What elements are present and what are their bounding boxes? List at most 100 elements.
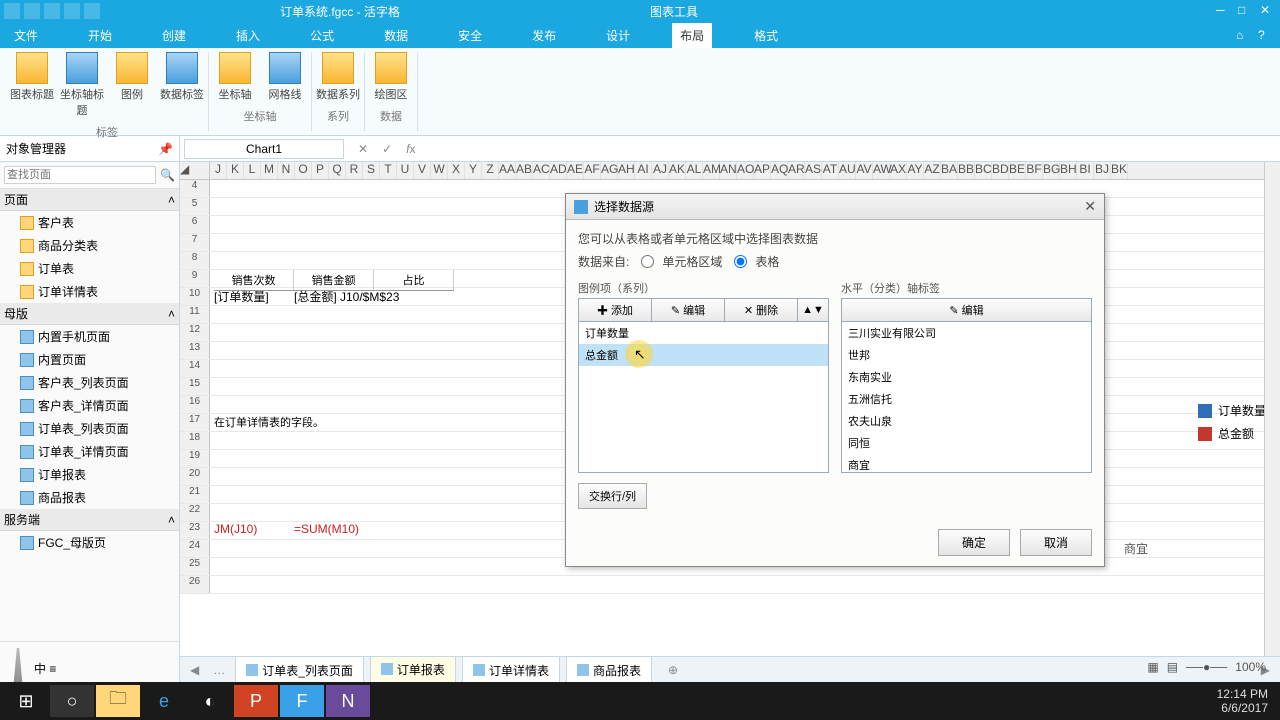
sidebar-item[interactable]: 内置页面: [0, 348, 179, 371]
column-header[interactable]: BF: [1026, 162, 1043, 179]
column-header[interactable]: BE: [1009, 162, 1026, 179]
qat-icon[interactable]: [64, 3, 80, 19]
sidebar-section-pages[interactable]: 页面 ˄: [0, 189, 179, 211]
row-content[interactable]: [210, 216, 218, 233]
help-icon[interactable]: ?: [1258, 28, 1272, 42]
row-number[interactable]: 13: [180, 342, 210, 359]
column-header[interactable]: BD: [992, 162, 1009, 179]
sidebar-item[interactable]: 订单报表: [0, 463, 179, 486]
edge-icon[interactable]: e: [142, 685, 186, 717]
column-header[interactable]: M: [261, 162, 278, 179]
list-item[interactable]: 东南实业: [842, 366, 1091, 388]
row-number[interactable]: 19: [180, 450, 210, 467]
row-content[interactable]: [210, 486, 218, 503]
row-content[interactable]: [订单数量][总金额] J10/$M$23: [210, 288, 403, 305]
column-header[interactable]: U: [397, 162, 414, 179]
row-content[interactable]: [210, 198, 218, 215]
row-number[interactable]: 8: [180, 252, 210, 269]
list-item[interactable]: 世邦: [842, 344, 1091, 366]
column-header[interactable]: AN: [720, 162, 737, 179]
row-content[interactable]: [210, 180, 218, 197]
column-header[interactable]: O: [295, 162, 312, 179]
column-header[interactable]: BB: [958, 162, 975, 179]
menu-tab-创建[interactable]: 创建: [154, 23, 194, 48]
ribbon-button[interactable]: 坐标轴标题: [60, 52, 104, 118]
row-number[interactable]: 18: [180, 432, 210, 449]
row-number[interactable]: 9: [180, 270, 210, 287]
sidebar-item[interactable]: FGC_母版页: [0, 531, 179, 554]
row-content[interactable]: [210, 450, 218, 467]
cancel-button[interactable]: 取消: [1020, 529, 1092, 556]
list-item[interactable]: 农夫山泉: [842, 410, 1091, 432]
list-item[interactable]: 五洲信托: [842, 388, 1091, 410]
column-header[interactable]: AT: [822, 162, 839, 179]
row-content[interactable]: [210, 576, 218, 593]
row-content[interactable]: [210, 432, 218, 449]
fx-icon[interactable]: fx: [406, 142, 415, 156]
column-header[interactable]: S: [363, 162, 380, 179]
chevron-up-icon[interactable]: ˄: [168, 193, 175, 207]
toolbar-button-编辑[interactable]: ✎ 编辑: [652, 299, 725, 321]
list-item[interactable]: 同恒: [842, 432, 1091, 454]
row-number[interactable]: 21: [180, 486, 210, 503]
row-number[interactable]: 24: [180, 540, 210, 557]
qat-icon[interactable]: [44, 3, 60, 19]
column-header[interactable]: AZ: [924, 162, 941, 179]
column-header[interactable]: AS: [805, 162, 822, 179]
menu-tab-设计[interactable]: 设计: [598, 23, 638, 48]
column-header[interactable]: AQ: [771, 162, 788, 179]
sidebar-item[interactable]: 订单表: [0, 257, 179, 280]
column-header[interactable]: AB: [516, 162, 533, 179]
pin-icon[interactable]: 📌: [158, 142, 173, 156]
ribbon-button[interactable]: 图表标题: [10, 52, 54, 118]
tab-nav-prev-icon[interactable]: ◀: [186, 663, 203, 677]
accept-formula-icon[interactable]: ✓: [382, 142, 392, 156]
column-header[interactable]: AE: [567, 162, 584, 179]
cancel-formula-icon[interactable]: ✕: [358, 142, 368, 156]
radio-cell-range[interactable]: [641, 255, 654, 268]
select-all-corner[interactable]: ◢: [180, 162, 210, 179]
view-icon[interactable]: ▤: [1167, 660, 1178, 674]
column-header[interactable]: AL: [686, 162, 703, 179]
column-header[interactable]: AJ: [652, 162, 669, 179]
column-header[interactable]: AK: [669, 162, 686, 179]
column-header[interactable]: Q: [329, 162, 346, 179]
menu-tab-开始[interactable]: 开始: [80, 23, 120, 48]
taskbar-search-icon[interactable]: ○: [50, 685, 94, 717]
search-input[interactable]: [4, 166, 156, 184]
maximize-icon[interactable]: □: [1238, 3, 1254, 19]
row-number[interactable]: 4: [180, 180, 210, 197]
chevron-up-icon[interactable]: ˄: [168, 513, 175, 527]
column-header[interactable]: BC: [975, 162, 992, 179]
sidebar-item[interactable]: 商品分类表: [0, 234, 179, 257]
column-header[interactable]: AI: [635, 162, 652, 179]
column-header[interactable]: J: [210, 162, 227, 179]
column-header[interactable]: BH: [1060, 162, 1077, 179]
column-header[interactable]: AH: [618, 162, 635, 179]
row-content[interactable]: [210, 306, 218, 323]
sidebar-item[interactable]: 订单详情表: [0, 280, 179, 303]
column-header[interactable]: V: [414, 162, 431, 179]
column-header[interactable]: AU: [839, 162, 856, 179]
close-icon[interactable]: ✕: [1084, 198, 1096, 215]
ribbon-button[interactable]: 数据系列: [316, 52, 360, 102]
qat-icon[interactable]: [4, 3, 20, 19]
menu-tab-数据[interactable]: 数据: [376, 23, 416, 48]
column-header[interactable]: AV: [856, 162, 873, 179]
sidebar-item[interactable]: 内置手机页面: [0, 325, 179, 348]
menu-tab-公式[interactable]: 公式: [302, 23, 342, 48]
sheet-tab[interactable]: 订单表_列表页面: [235, 656, 364, 684]
ok-button[interactable]: 确定: [938, 529, 1010, 556]
row-number[interactable]: 14: [180, 360, 210, 377]
qat-icon[interactable]: [84, 3, 100, 19]
powerpoint-icon[interactable]: P: [234, 685, 278, 717]
sidebar-item[interactable]: 客户表: [0, 211, 179, 234]
column-header[interactable]: AR: [788, 162, 805, 179]
row-content[interactable]: [210, 234, 218, 251]
ribbon-button[interactable]: 数据标签: [160, 52, 204, 118]
app-icon[interactable]: F: [280, 685, 324, 717]
ribbon-button[interactable]: 绘图区: [369, 52, 413, 102]
toolbar-button-删除[interactable]: ✕ 删除: [725, 299, 798, 321]
column-header[interactable]: AG: [601, 162, 618, 179]
menu-tab-格式[interactable]: 格式: [746, 23, 786, 48]
